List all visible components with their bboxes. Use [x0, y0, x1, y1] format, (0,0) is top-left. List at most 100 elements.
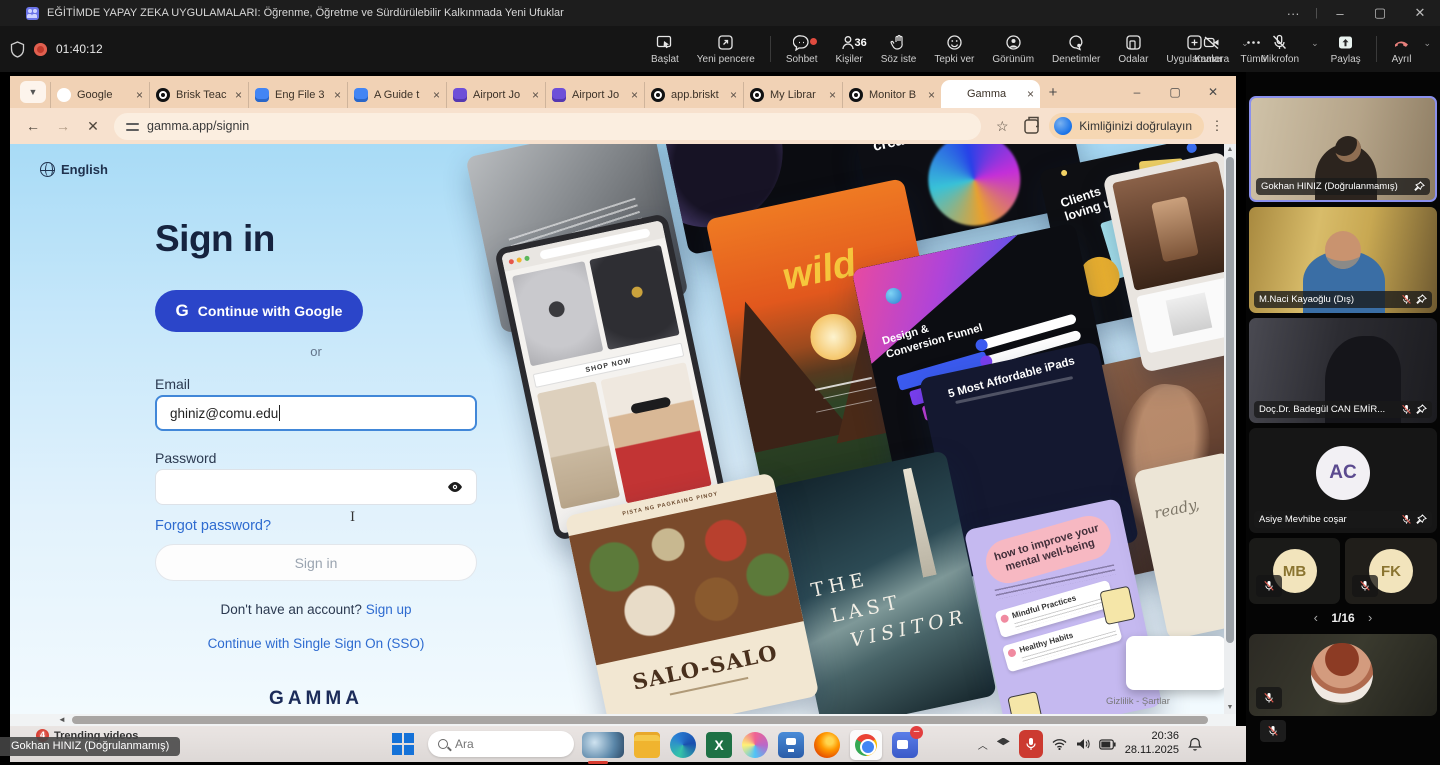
- start-button[interactable]: [392, 733, 414, 755]
- participant-tile[interactable]: [1249, 634, 1437, 716]
- new-window-button[interactable]: Yeni pencere: [688, 34, 764, 65]
- tab-close-icon[interactable]: ×: [231, 88, 242, 102]
- horizontal-scroll-thumb[interactable]: [72, 716, 1208, 724]
- camera-button[interactable]: Kamera: [1185, 34, 1238, 65]
- participant-tile[interactable]: FK: [1345, 538, 1437, 604]
- participant-tile[interactable]: AC Asiye Mevhibe coşar: [1249, 428, 1437, 533]
- participant-tile[interactable]: M.Naci Kayaoğlu (Dış): [1249, 207, 1437, 313]
- mic-button[interactable]: Mikrofon: [1252, 34, 1308, 65]
- participant-tile-active-speaker[interactable]: Gokhan HINIZ (Doğrulanmamış): [1249, 96, 1437, 202]
- reading-list-icon[interactable]: [1019, 113, 1045, 139]
- taskbar-clock[interactable]: 20:36 28.11.2025: [1125, 730, 1179, 758]
- scroll-left-icon[interactable]: ◄: [58, 714, 66, 726]
- forward-button[interactable]: →: [50, 113, 76, 139]
- address-bar[interactable]: gamma.app/signin: [114, 113, 981, 140]
- leave-button[interactable]: Ayrıl: [1383, 34, 1421, 65]
- zoom-app-icon[interactable]: [892, 732, 918, 758]
- browser-tab[interactable]: Monitor B ×: [842, 82, 941, 108]
- tab-close-icon[interactable]: ×: [429, 88, 440, 102]
- participant-tile[interactable]: MB: [1249, 538, 1340, 604]
- view-button[interactable]: Görünüm: [983, 34, 1043, 65]
- browser-tab[interactable]: Gamma ×: [941, 80, 1040, 108]
- forgot-password-link[interactable]: Forgot password?: [155, 518, 271, 534]
- browser-tab[interactable]: Eng File 3 ×: [248, 82, 347, 108]
- speaker-icon[interactable]: [1076, 738, 1090, 750]
- search-input[interactable]: [455, 737, 545, 751]
- tab-close-icon[interactable]: ×: [627, 88, 638, 102]
- tab-close-icon[interactable]: ×: [1023, 87, 1034, 101]
- edge-browser-icon[interactable]: [670, 732, 696, 758]
- participants-button[interactable]: 36 Kişiler: [827, 34, 872, 65]
- tab-close-icon[interactable]: ×: [132, 88, 143, 102]
- sign-in-submit-button[interactable]: Sign in: [155, 544, 477, 581]
- browser-close-button[interactable]: ✕: [1194, 85, 1232, 99]
- continue-with-google-button[interactable]: G Continue with Google: [155, 290, 363, 332]
- copilot-icon[interactable]: [742, 732, 768, 758]
- tab-close-icon[interactable]: ×: [825, 88, 836, 102]
- browser-maximize-button[interactable]: ▢: [1156, 85, 1194, 99]
- browser-tab[interactable]: Brisk Teac ×: [149, 82, 248, 108]
- horizontal-scrollbar[interactable]: ◄: [10, 714, 1236, 726]
- tab-close-icon[interactable]: ×: [924, 88, 935, 102]
- tab-close-icon[interactable]: ×: [528, 88, 539, 102]
- browser-tab[interactable]: My Librar ×: [743, 82, 842, 108]
- titlebar-more-icon[interactable]: ···: [1273, 6, 1313, 21]
- taskbar-search[interactable]: [428, 731, 574, 757]
- minimize-button[interactable]: –: [1320, 6, 1360, 21]
- url-text[interactable]: gamma.app/signin: [147, 119, 249, 133]
- mic-options-chevron-icon[interactable]: ⌄: [1308, 38, 1322, 49]
- wifi-icon[interactable]: [1052, 738, 1067, 750]
- browser-tab[interactable]: Airport Jo ×: [446, 82, 545, 108]
- pin-icon[interactable]: [1414, 181, 1425, 192]
- vertical-scrollbar[interactable]: ▲ ▼: [1224, 144, 1236, 714]
- widgets-icon[interactable]: [582, 732, 624, 758]
- pin-icon[interactable]: [1416, 514, 1427, 525]
- browser-tab[interactable]: A Guide t ×: [347, 82, 446, 108]
- reactions-button[interactable]: Tepki ver: [925, 34, 983, 65]
- browser-menu-icon[interactable]: ⋮: [1208, 118, 1226, 134]
- back-button[interactable]: ←: [20, 113, 46, 139]
- participant-tile[interactable]: Doç.Dr. Badegül CAN EMİR...: [1249, 318, 1437, 423]
- tab-close-icon[interactable]: ×: [330, 88, 341, 102]
- close-button[interactable]: ✕: [1400, 5, 1440, 21]
- tab-close-icon[interactable]: ×: [726, 88, 737, 102]
- share-button[interactable]: Paylaş: [1322, 34, 1370, 65]
- battery-icon[interactable]: [1099, 739, 1116, 750]
- pin-icon[interactable]: [1416, 404, 1427, 415]
- scroll-down-icon[interactable]: ▼: [1224, 702, 1236, 714]
- firefox-icon[interactable]: [814, 732, 840, 758]
- start-share-button[interactable]: Başlat: [642, 34, 688, 65]
- chat-button[interactable]: Sohbet: [777, 34, 827, 65]
- raise-hand-button[interactable]: Söz iste: [872, 34, 926, 65]
- tray-expand-chevron-icon[interactable]: ︿: [978, 737, 988, 752]
- language-selector[interactable]: English: [40, 162, 108, 177]
- maximize-button[interactable]: ▢: [1360, 5, 1400, 21]
- previous-page-chevron-icon[interactable]: ‹: [1304, 610, 1328, 625]
- browser-tab[interactable]: app.briskt ×: [644, 82, 743, 108]
- show-password-eye-icon[interactable]: [447, 479, 463, 495]
- browser-tab[interactable]: Airport Jo ×: [545, 82, 644, 108]
- active-mic-indicator-icon[interactable]: [1019, 730, 1043, 758]
- leave-options-chevron-icon[interactable]: ⌄: [1420, 38, 1434, 49]
- bookmark-star-icon[interactable]: ☆: [989, 113, 1015, 139]
- vertical-scroll-thumb[interactable]: [1226, 157, 1234, 643]
- teams-icon[interactable]: [778, 732, 804, 758]
- notifications-bell-icon[interactable]: [1188, 737, 1202, 752]
- camera-options-chevron-icon[interactable]: ⌄: [1238, 38, 1252, 49]
- scroll-up-icon[interactable]: ▲: [1224, 144, 1236, 156]
- file-explorer-icon[interactable]: [634, 732, 660, 758]
- breakout-rooms-button[interactable]: Odalar: [1109, 34, 1157, 65]
- excel-icon[interactable]: [706, 732, 732, 758]
- password-field[interactable]: [155, 469, 477, 505]
- next-page-chevron-icon[interactable]: ›: [1358, 610, 1382, 625]
- tab-search-button[interactable]: ▼: [20, 81, 46, 103]
- privacy-terms-links[interactable]: Gizlilik - Şartlar: [1106, 696, 1170, 707]
- sso-link[interactable]: Continue with Single Sign On (SSO): [155, 636, 477, 651]
- verify-identity-button[interactable]: Kimliğinizi doğrulayın: [1049, 113, 1204, 139]
- pin-icon[interactable]: [1416, 294, 1427, 305]
- chrome-icon-active[interactable]: [850, 730, 882, 760]
- tray-app-icon[interactable]: [997, 738, 1010, 751]
- security-shield-icon[interactable]: [10, 41, 25, 58]
- site-settings-icon[interactable]: [126, 121, 139, 132]
- browser-tab[interactable]: Google ×: [50, 82, 149, 108]
